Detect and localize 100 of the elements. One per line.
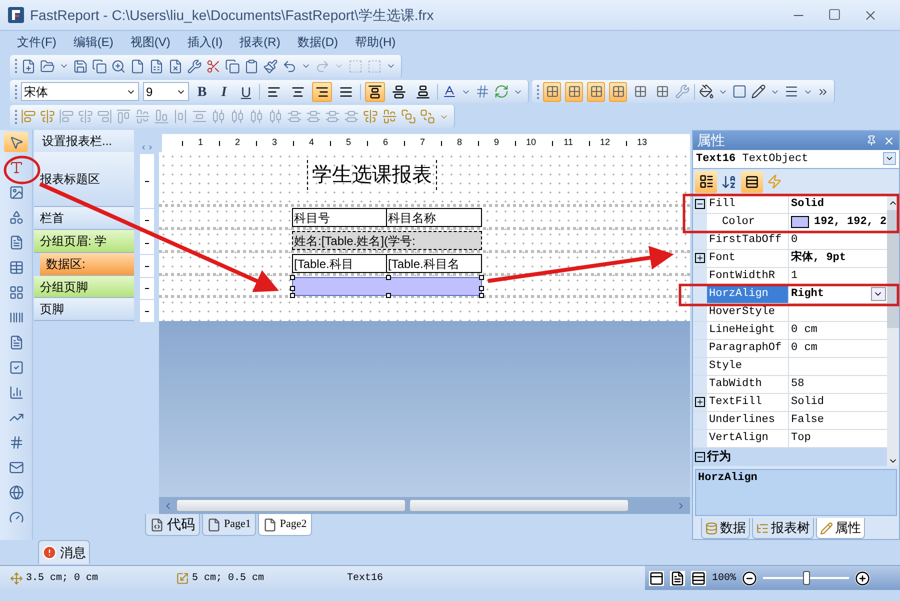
property-name[interactable]: Font xyxy=(707,250,789,267)
preview-icon[interactable] xyxy=(111,58,126,74)
property-value[interactable]: False xyxy=(789,412,887,429)
zoom-out-icon[interactable] xyxy=(742,570,758,586)
data-cell[interactable]: [Table.科目名 xyxy=(386,254,482,273)
collapse-icon[interactable] xyxy=(695,199,705,210)
font-style-button[interactable]: B xyxy=(193,82,211,101)
band-label[interactable]: 栏首 xyxy=(34,207,134,230)
property-name[interactable]: Style xyxy=(707,358,789,375)
menu-item[interactable]: 插入(I) xyxy=(187,33,223,51)
delete-page-icon[interactable] xyxy=(168,58,183,74)
property-value[interactable]: Solid xyxy=(789,196,887,213)
property-value[interactable]: Solid xyxy=(789,394,887,411)
new-page-icon[interactable] xyxy=(130,58,145,74)
property-value[interactable]: 1 xyxy=(789,268,887,285)
border-button[interactable] xyxy=(587,82,605,102)
property-name[interactable]: TextFill xyxy=(707,394,789,411)
bring-to-front-icon[interactable] xyxy=(401,109,416,124)
report-title[interactable]: 学生选课报表 xyxy=(307,160,437,190)
resize-handle[interactable] xyxy=(386,293,391,298)
font-name-combo[interactable]: 宋体 xyxy=(21,82,139,101)
save-icon[interactable] xyxy=(73,58,88,74)
property-name[interactable]: LineHeight xyxy=(707,322,789,339)
property-value[interactable]: 58 xyxy=(789,376,887,393)
vertical-align-button[interactable] xyxy=(365,82,385,102)
resize-handle[interactable] xyxy=(290,275,295,280)
page-view-icon[interactable] xyxy=(649,570,664,586)
panel-tab[interactable]: 属性 xyxy=(816,518,865,539)
center-vertical-icon[interactable] xyxy=(382,109,397,124)
folder-icon[interactable] xyxy=(40,58,55,74)
property-name[interactable]: HoverStyle xyxy=(707,304,789,321)
align-button[interactable] xyxy=(312,82,332,102)
scroll-thumb[interactable] xyxy=(886,210,899,328)
font-style-button[interactable]: U xyxy=(237,82,255,101)
brush-icon[interactable] xyxy=(263,58,278,74)
align-center-icon[interactable] xyxy=(40,109,55,124)
pin-icon[interactable] xyxy=(866,135,877,146)
menu-item[interactable]: 视图(V) xyxy=(130,33,170,51)
property-name[interactable]: Fill xyxy=(707,196,789,213)
resize-handle[interactable] xyxy=(386,275,391,280)
property-value[interactable]: 192, 192, 2 xyxy=(789,214,887,231)
center-horizontal-icon[interactable] xyxy=(363,109,378,124)
panel-tab[interactable]: 数据 xyxy=(701,518,750,539)
sort-alpha-icon[interactable] xyxy=(721,174,737,190)
categorized-icon[interactable] xyxy=(698,174,714,190)
object-combo[interactable]: Text16 TextObject xyxy=(693,150,899,169)
slider-thumb[interactable] xyxy=(803,571,810,585)
paste-icon[interactable] xyxy=(244,58,259,74)
shadow-icon[interactable] xyxy=(732,84,747,99)
send-to-back-icon[interactable] xyxy=(420,109,435,124)
message-tab[interactable]: 消息 xyxy=(38,540,90,564)
copy-icon[interactable] xyxy=(225,58,240,74)
menu-item[interactable]: 数据(D) xyxy=(297,33,338,51)
close-icon[interactable] xyxy=(883,134,895,146)
collapse-icon[interactable] xyxy=(695,452,705,462)
zoom-slider[interactable] xyxy=(763,571,850,585)
page-tab[interactable]: Page2 xyxy=(258,514,312,536)
band-setup-link[interactable]: 设置报表栏... xyxy=(34,130,134,152)
page-tab[interactable]: 代码 xyxy=(145,514,200,536)
band-label[interactable]: 分组页眉: 学 xyxy=(34,230,134,253)
border-button[interactable] xyxy=(609,82,627,102)
border-button[interactable] xyxy=(565,82,583,102)
rotate-icon[interactable] xyxy=(494,84,509,99)
undo-icon[interactable] xyxy=(282,58,297,74)
multi-page-icon[interactable] xyxy=(691,570,706,586)
property-name[interactable]: Underlines xyxy=(707,412,789,429)
property-value[interactable]: 宋体, 9pt xyxy=(789,250,887,267)
cut-icon[interactable] xyxy=(206,58,221,74)
data-cell[interactable]: [Table.科目 xyxy=(292,254,387,273)
expand-icon[interactable] xyxy=(695,253,705,264)
property-value[interactable]: 0 xyxy=(789,232,887,249)
font-size-combo[interactable]: 9 xyxy=(143,82,189,101)
property-value[interactable]: Top xyxy=(789,430,887,447)
copy-pages-icon[interactable] xyxy=(92,58,107,74)
fill-bucket-icon[interactable] xyxy=(699,84,714,99)
menu-item[interactable]: 编辑(E) xyxy=(73,33,114,51)
header-cell[interactable]: 科目名称 xyxy=(386,208,482,227)
wrench-icon[interactable] xyxy=(187,58,202,74)
property-value[interactable]: 0 cm xyxy=(789,322,887,339)
menu-item[interactable]: 文件(F) xyxy=(17,33,56,51)
properties-icon[interactable] xyxy=(745,174,759,189)
menu-item[interactable]: 帮助(H) xyxy=(355,33,396,51)
horizontal-scrollbar[interactable] xyxy=(159,497,690,514)
panel-tab[interactable]: 报表树 xyxy=(752,518,814,539)
band-label[interactable]: 报表标题区 xyxy=(34,152,134,207)
page-tab[interactable]: Page1 xyxy=(202,514,256,536)
font-color-icon[interactable] xyxy=(442,84,457,99)
band-label[interactable]: 页脚 xyxy=(34,298,134,321)
band-label[interactable]: 数据区: xyxy=(40,253,134,276)
property-name[interactable]: TabWidth xyxy=(707,376,789,393)
property-value[interactable]: 0 cm xyxy=(789,340,887,357)
new-dialog-icon[interactable] xyxy=(149,58,164,74)
vertical-scrollbar[interactable] xyxy=(886,196,899,466)
expand-icon[interactable] xyxy=(695,397,705,408)
pen-icon[interactable] xyxy=(751,84,766,99)
property-name[interactable]: ParagraphOf xyxy=(707,340,789,357)
font-style-button[interactable]: I xyxy=(215,82,233,101)
dropdown-button[interactable] xyxy=(870,287,886,302)
property-name[interactable]: FirstTabOff xyxy=(707,232,789,249)
header-cell[interactable]: 科目号 xyxy=(292,208,387,227)
